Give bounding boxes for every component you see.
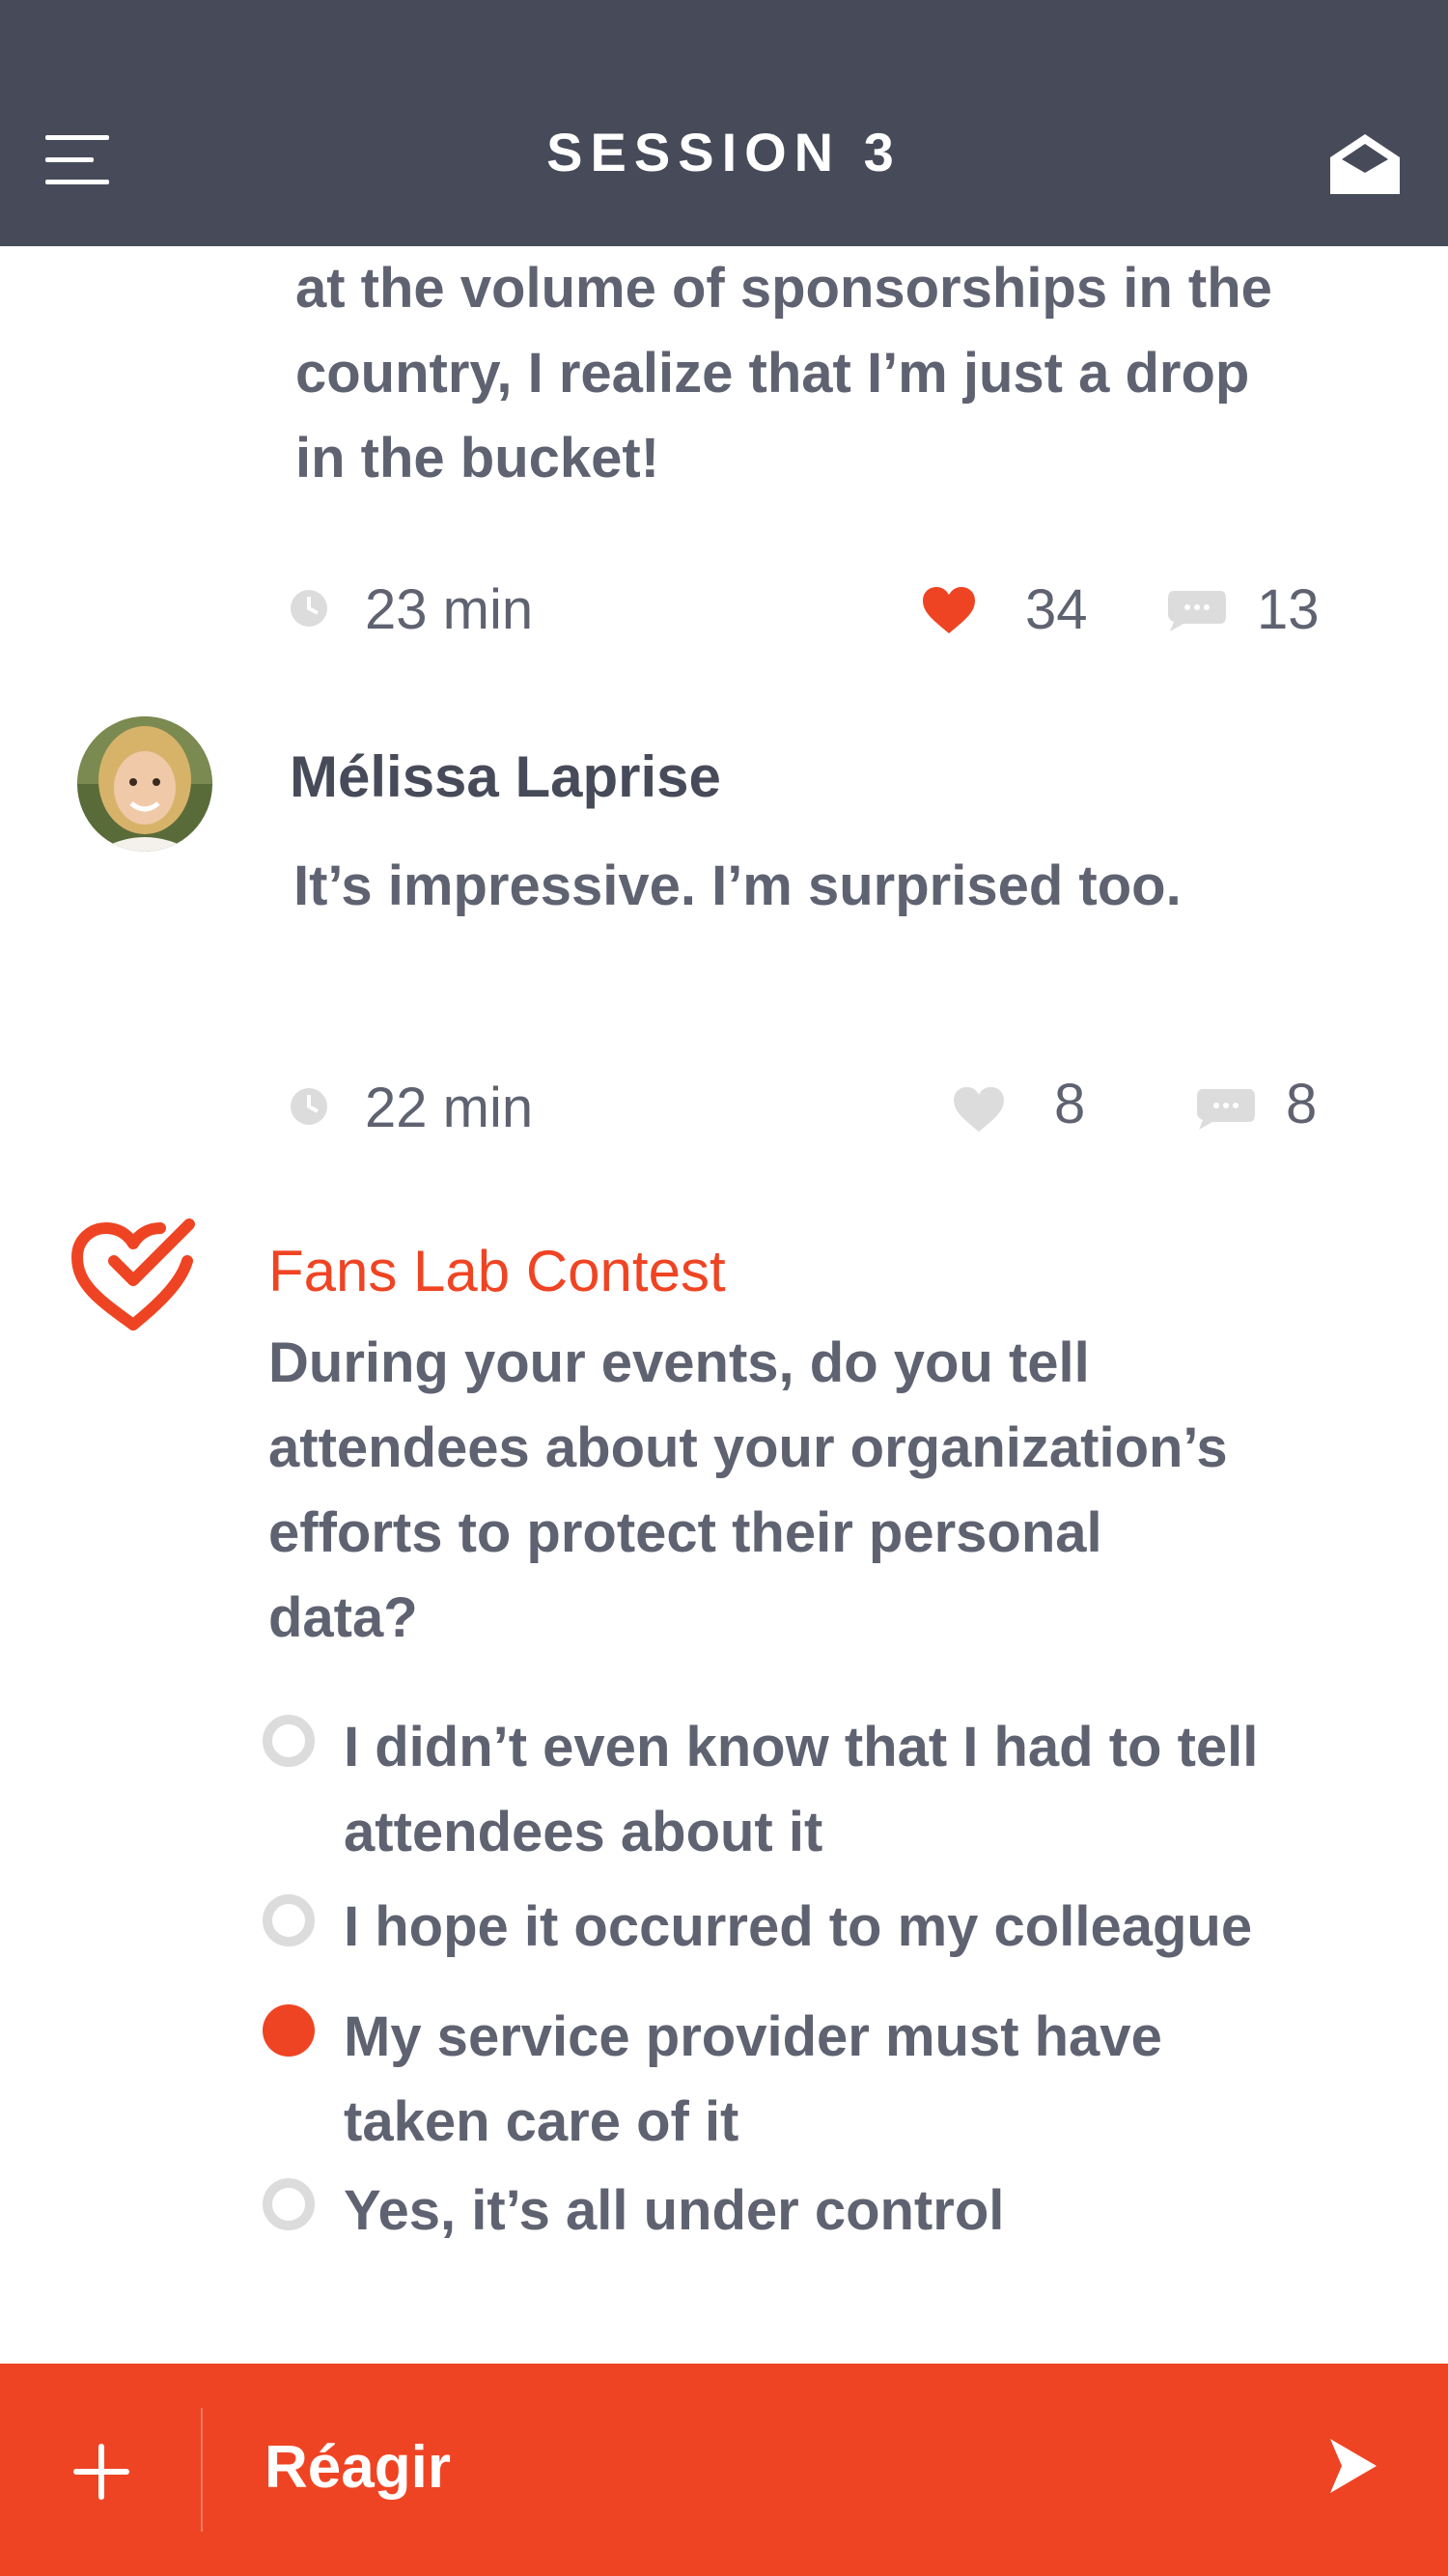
- poll-question: During your events, do you tell attendee…: [268, 1321, 1378, 1661]
- option-label: I hope it occurred to my colleague: [344, 1885, 1396, 1970]
- send-icon[interactable]: [1328, 2437, 1378, 2495]
- author-name[interactable]: Mélissa Laprise: [290, 743, 721, 810]
- like-count: 34: [1025, 578, 1088, 641]
- react-input[interactable]: Réagir: [265, 2433, 451, 2502]
- clock-icon: [291, 1088, 327, 1125]
- avatar[interactable]: [77, 716, 212, 852]
- option-label: My service provider must have taken care…: [344, 1995, 1396, 2165]
- radio-button-selected[interactable]: [263, 2004, 315, 2057]
- radio-button[interactable]: [263, 1715, 315, 1767]
- post-text-line: country, I realize that I’m just a drop: [295, 342, 1250, 405]
- post-text-line: at the volume of sponsorships in the: [295, 257, 1272, 320]
- option-label-line: I hope it occurred to my colleague: [344, 1895, 1253, 1958]
- option-label: I didn’t even know that I had to tell at…: [344, 1705, 1396, 1875]
- radio-button[interactable]: [263, 2178, 315, 2230]
- heart-icon[interactable]: [952, 1085, 1006, 1134]
- post-time: 23 min: [365, 578, 534, 641]
- question-line: data?: [268, 1586, 418, 1649]
- poll-title: Fans Lab Contest: [268, 1239, 726, 1303]
- plus-icon[interactable]: [68, 2423, 135, 2520]
- question-line: efforts to protect their personal: [268, 1501, 1102, 1564]
- post-time: 22 min: [365, 1077, 534, 1139]
- option-label-line: I didn’t even know that I had to tell: [344, 1716, 1259, 1778]
- comment-count: 13: [1257, 578, 1320, 641]
- compose-bar: [0, 2364, 1448, 2576]
- radio-button[interactable]: [263, 1894, 315, 1946]
- open-envelope-icon[interactable]: [1330, 130, 1400, 194]
- option-label-line: My service provider must have: [344, 2005, 1162, 2068]
- comment-bubble-icon[interactable]: [1195, 1087, 1257, 1130]
- comment-bubble-icon[interactable]: [1166, 589, 1228, 631]
- page-title: SESSION 3: [546, 122, 902, 182]
- like-count: 8: [1054, 1073, 1086, 1135]
- option-label-line: taken care of it: [344, 2090, 739, 2153]
- post-text: It’s impressive. I’m surprised too.: [293, 854, 1182, 917]
- question-line: attendees about your organization’s: [268, 1416, 1228, 1479]
- poll-option-4[interactable]: Yes, it’s all under control: [261, 2169, 1390, 2254]
- divider: [201, 2408, 203, 2532]
- post-text-line: in the bucket!: [295, 427, 660, 490]
- option-label: Yes, it’s all under control: [344, 2169, 1396, 2254]
- heart-check-icon: [71, 1218, 195, 1330]
- avatar-photo: [77, 716, 212, 852]
- clock-icon: [291, 590, 327, 627]
- option-label-line: Yes, it’s all under control: [344, 2179, 1005, 2242]
- heart-icon[interactable]: [921, 585, 977, 635]
- option-label-line: attendees about it: [344, 1801, 823, 1863]
- comment-count: 8: [1286, 1073, 1318, 1135]
- question-line: During your events, do you tell: [268, 1331, 1090, 1394]
- poll-option-1[interactable]: I didn’t even know that I had to tell at…: [261, 1705, 1390, 1875]
- poll-option-2[interactable]: I hope it occurred to my colleague: [261, 1885, 1390, 1970]
- poll-option-3[interactable]: My service provider must have taken care…: [261, 1995, 1390, 2165]
